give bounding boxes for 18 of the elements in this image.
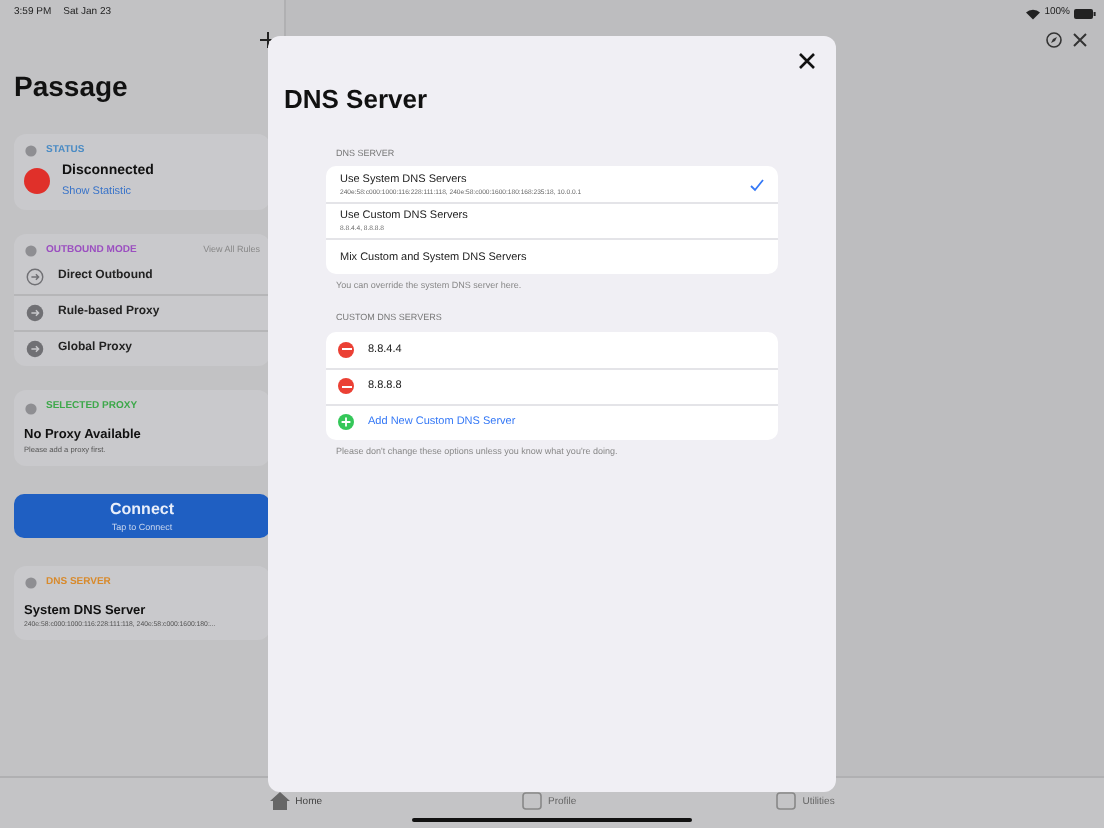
minus-icon bbox=[341, 348, 351, 351]
remove-button[interactable] bbox=[338, 378, 354, 395]
minus-icon bbox=[341, 385, 351, 388]
close-button[interactable] bbox=[798, 52, 816, 70]
app-title: Passage bbox=[12, 67, 130, 106]
battery-icon bbox=[1074, 7, 1096, 20]
arrow-circle-icon bbox=[26, 304, 44, 323]
house-icon bbox=[269, 792, 290, 810]
close-button[interactable] bbox=[1072, 31, 1088, 47]
wifi-icon bbox=[1026, 7, 1041, 20]
dialog-title: DNS Server bbox=[284, 82, 430, 118]
remove-button[interactable] bbox=[338, 341, 354, 358]
square-icon bbox=[522, 792, 543, 810]
checkmark-icon bbox=[750, 177, 764, 192]
compass-button[interactable] bbox=[1046, 31, 1062, 47]
add-icon bbox=[338, 414, 354, 431]
arrow-circle-icon bbox=[26, 267, 44, 286]
arrow-circle-icon bbox=[26, 340, 44, 359]
